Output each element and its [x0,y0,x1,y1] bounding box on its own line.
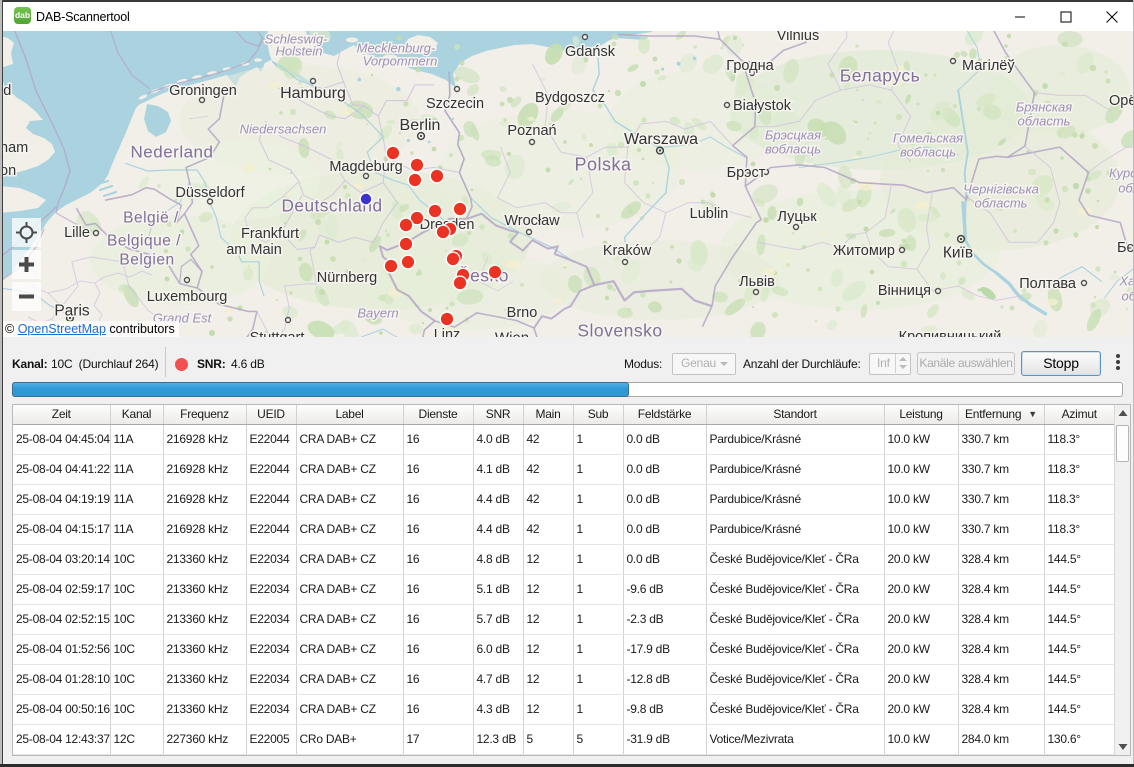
svg-text:Вінниця: Вінниця [878,283,931,299]
svg-text:Брэст: Брэст [727,165,766,181]
svg-text:Гомельская: Гомельская [893,131,963,146]
svg-text:Nürnberg: Nürnberg [317,270,377,286]
svg-text:Belgique /: Belgique / [107,233,181,250]
svg-text:Магілёў: Магілёў [962,58,1015,74]
svg-text:Київ: Київ [943,245,973,262]
svg-text:Kraków: Kraków [603,243,652,259]
svg-text:Bayern: Bayern [357,306,398,321]
svg-text:Berlin: Berlin [400,117,441,134]
svg-text:Groningen: Groningen [169,83,237,99]
svg-text:Wien: Wien [495,329,529,337]
svg-text:Hamburg: Hamburg [280,85,346,102]
svg-text:Niedersachsen: Niedersachsen [240,122,327,137]
svg-text:Lublin: Lublin [690,206,729,222]
svg-text:Paris: Paris [54,303,90,320]
svg-text:Brno: Brno [507,305,538,321]
svg-text:Linz: Linz [434,327,461,337]
svg-text:Luxembourg: Luxembourg [147,289,228,305]
svg-text:область: область [1018,114,1071,129]
svg-text:Брэсцкая: Брэсцкая [765,128,821,143]
svg-text:ham: ham [0,140,28,156]
svg-text:Holstein: Holstein [276,44,323,59]
svg-text:Бєлгород: Бєлгород [1117,240,1134,256]
svg-text:Луцьк: Луцьк [777,209,817,225]
svg-text:вобласць: вобласць [765,142,821,157]
svg-text:Брянская: Брянская [1016,100,1073,115]
svg-text:Vilnius: Vilnius [777,31,819,44]
svg-text:Кропивницький: Кропивницький [899,329,1002,337]
svg-text:Stuttgart: Stuttgart [250,330,305,337]
svg-text:Курская: Курская [1109,166,1134,181]
svg-text:Гродна: Гродна [726,58,774,74]
svg-text:Düsseldorf: Düsseldorf [175,185,245,201]
svg-text:Białystok: Białystok [733,98,792,114]
svg-text:Львів: Львів [739,274,775,290]
svg-text:Gdańsk: Gdańsk [565,44,616,60]
svg-text:Warszawa: Warszawa [624,131,698,148]
svg-text:вобласць: вобласць [900,145,956,160]
svg-text:Belgien: Belgien [119,252,174,269]
svg-text:область: область [975,196,1028,211]
svg-text:Szczecin: Szczecin [426,96,484,112]
svg-text:Беларусь: Беларусь [840,65,921,85]
svg-text:Polska: Polska [574,155,632,175]
svg-text:België /: België / [123,210,179,227]
svg-text:Wrocław: Wrocław [504,213,560,229]
svg-text:Lille: Lille [64,225,90,241]
svg-text:Poznań: Poznań [507,123,556,139]
svg-text:Житомир: Житомир [833,243,895,259]
svg-text:Vorpommern: Vorpommern [363,54,438,69]
svg-text:Frankfurt: Frankfurt [241,226,299,242]
svg-text:Slovensko: Slovensko [577,320,662,337]
svg-text:Magdeburg: Magdeburg [329,159,402,175]
svg-text:am Main: am Main [226,242,282,258]
svg-text:Харківська: Харківська [1118,274,1134,289]
svg-text:Орёл: Орёл [1109,93,1134,109]
svg-text:Полтава: Полтава [1019,276,1077,292]
svg-text:обл: обл [1118,181,1134,196]
svg-text:Bydgoszcz: Bydgoszcz [535,90,605,106]
svg-text:Чернігівська: Чернігівська [963,182,1039,197]
svg-text:Nederland: Nederland [131,143,214,162]
